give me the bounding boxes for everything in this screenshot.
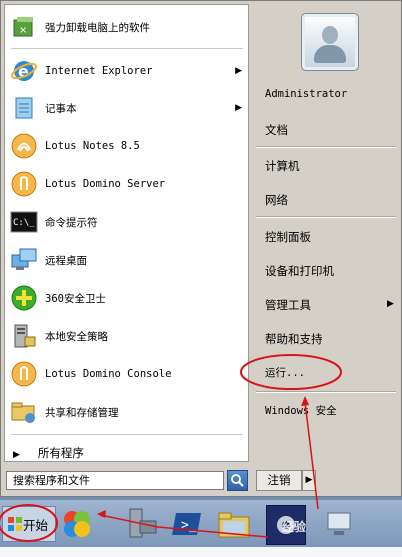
taskbar-powershell[interactable]: >_ <box>168 505 206 543</box>
run-link[interactable]: 运行... <box>265 365 399 380</box>
powershell-icon: >_ <box>172 513 201 535</box>
network-link[interactable]: 网络 <box>265 192 399 208</box>
windows-logo-icon <box>8 517 22 531</box>
program-lotus-domino-console[interactable]: Lotus Domino Console <box>9 356 246 392</box>
start-label: 开始 <box>23 517 49 533</box>
control-panel-link[interactable]: 控制面板 <box>265 229 399 245</box>
divider <box>256 146 396 147</box>
svg-text:×: × <box>19 25 27 36</box>
lotus-domino-console-icon <box>9 359 39 389</box>
remote-desktop-icon <box>9 245 39 275</box>
search-button[interactable] <box>227 470 248 491</box>
program-label: 命令提示符 <box>45 216 98 229</box>
bottom-strip <box>0 547 402 557</box>
user-name-link[interactable]: Administrator <box>265 88 399 100</box>
all-programs-button[interactable]: ▶ 所有程序 <box>13 445 84 461</box>
divider <box>256 391 396 392</box>
command-prompt-icon: C:\_ <box>9 207 39 237</box>
folder-icon <box>218 512 250 538</box>
svg-text:C:\_: C:\_ <box>13 218 35 228</box>
submenu-arrow-icon: ▶ <box>235 66 242 76</box>
colorful-app-icon <box>64 511 90 537</box>
program-lotus-notes[interactable]: Lotus Notes 8.5 <box>9 128 246 164</box>
program-notepad[interactable]: 记事本 ▶ <box>9 90 246 126</box>
program-360-security[interactable]: 360安全卫士 <box>9 280 246 316</box>
program-label: 远程桌面 <box>45 254 87 267</box>
360-security-icon <box>9 283 39 313</box>
right-arrow-icon: ▶ <box>13 450 20 460</box>
taskbar-network-app[interactable] <box>320 505 358 543</box>
program-label: Lotus Domino Server <box>45 178 166 190</box>
submenu-arrow-icon: ▶ <box>387 299 394 309</box>
program-share-storage[interactable]: 共享和存储管理 <box>9 394 246 430</box>
taskbar-server-manager[interactable] <box>122 505 160 543</box>
network-icon <box>327 512 351 535</box>
search-input[interactable]: 搜索程序和文件 <box>6 471 224 490</box>
svg-text:>_: >_ <box>181 518 197 533</box>
program-remote-desktop[interactable]: 远程桌面 <box>9 242 246 278</box>
program-command-prompt[interactable]: C:\_ 命令提示符 <box>9 204 246 240</box>
admin-tools-link[interactable]: 管理工具 ▶ <box>265 297 399 313</box>
program-label: 本地安全策略 <box>45 330 108 343</box>
start-button[interactable]: 开始 <box>2 506 56 542</box>
devices-printers-link[interactable]: 设备和打印机 <box>265 263 399 279</box>
server-manager-icon <box>129 508 157 538</box>
program-lotus-domino-server[interactable]: Lotus Domino Server <box>9 166 246 202</box>
program-uninstall[interactable]: × 强力卸载电脑上的软件 <box>9 9 246 45</box>
program-label: 360安全卫士 <box>45 292 106 305</box>
search-icon <box>231 474 244 487</box>
user-avatar[interactable] <box>301 13 359 71</box>
program-label: Internet Explorer <box>45 65 153 77</box>
program-label: Lotus Domino Console <box>45 368 172 380</box>
program-label: 强力卸载电脑上的软件 <box>45 21 150 34</box>
right-arrow-icon: ▶ <box>305 475 313 485</box>
divider <box>256 216 396 217</box>
search-placeholder: 搜索程序和文件 <box>13 474 90 487</box>
program-internet-explorer[interactable]: e Internet Explorer ▶ <box>9 53 246 89</box>
computer-link[interactable]: 计算机 <box>265 158 399 174</box>
documents-link[interactable]: 文档 <box>265 122 399 138</box>
divider <box>11 434 243 435</box>
submenu-arrow-icon: ▶ <box>235 103 242 113</box>
logoff-button[interactable]: 注销 <box>256 470 302 491</box>
admin-tools-label: 管理工具 <box>265 298 311 312</box>
shutdown-options-button[interactable]: ▶ <box>302 470 316 491</box>
divider <box>11 48 243 49</box>
internet-explorer-icon: e <box>9 56 39 86</box>
start-menu: × 强力卸载电脑上的软件 e Internet Explorer ▶ 记事本 ▶ <box>0 0 402 497</box>
notepad-icon <box>9 93 39 123</box>
program-local-security-policy[interactable]: 本地安全策略 <box>9 318 246 354</box>
share-storage-icon <box>9 397 39 427</box>
help-support-link[interactable]: 帮助和支持 <box>265 331 399 347</box>
avatar-head <box>322 26 338 44</box>
avatar-body <box>314 45 346 63</box>
program-label: Lotus Notes 8.5 <box>45 140 140 152</box>
windows-security-link[interactable]: Windows 安全 <box>265 403 399 418</box>
taskbar-app-colorful[interactable] <box>58 505 96 543</box>
pinned-programs-pane: × 强力卸载电脑上的软件 e Internet Explorer ▶ 记事本 ▶ <box>4 4 249 462</box>
all-programs-label: 所有程序 <box>37 446 84 460</box>
lotus-notes-icon <box>9 131 39 161</box>
program-label: 记事本 <box>45 102 77 115</box>
uninstall-icon: × <box>9 12 39 42</box>
taskbar-explorer[interactable] <box>215 505 253 543</box>
program-label: 共享和存储管理 <box>45 406 119 419</box>
local-security-policy-icon <box>9 321 39 351</box>
watermark-text: 经验 <box>282 520 307 534</box>
lotus-domino-icon <box>9 169 39 199</box>
